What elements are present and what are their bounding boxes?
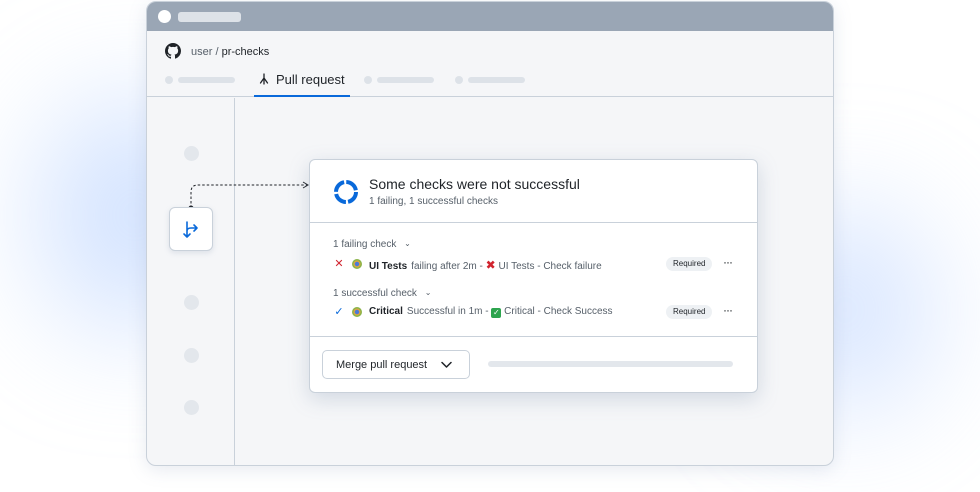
checks-card-header: Some checks were not successful 1 failin…	[310, 160, 757, 223]
kebab-icon[interactable]: ···	[723, 255, 733, 269]
timeline-dot	[184, 348, 199, 363]
repo-name-link[interactable]: pr-checks	[222, 46, 270, 58]
tab-placeholder-2[interactable]	[364, 76, 444, 84]
failing-checks-toggle[interactable]: 1 failing check ⌄	[333, 239, 411, 250]
required-badge: Required	[666, 257, 713, 271]
branch-icon	[183, 221, 198, 238]
check-app-icon	[352, 307, 362, 317]
github-logo-icon[interactable]	[165, 43, 181, 59]
tab-placeholder-bar	[377, 77, 434, 83]
merge-pull-request-button[interactable]: Merge pull request	[322, 350, 470, 379]
tab-placeholder-3[interactable]	[455, 76, 529, 84]
kebab-icon[interactable]: ···	[723, 303, 733, 317]
check-row-failing[interactable]: ✕ UI Tests failing after 2m - ✖ UI Tests …	[333, 255, 738, 272]
check-detail: Successful in 1m -	[406, 306, 492, 317]
chevron-down-icon	[441, 361, 452, 368]
timeline-dot	[184, 295, 199, 310]
window-control[interactable]	[158, 10, 171, 23]
tab-placeholder-bar	[178, 77, 235, 83]
tab-placeholder-dot	[455, 76, 463, 84]
cross-mark-icon: ✖	[485, 258, 496, 272]
timeline-divider	[234, 98, 235, 465]
repo-owner-link[interactable]: user	[191, 46, 212, 58]
merge-button-label: Merge pull request	[336, 359, 428, 371]
failing-checks-header: 1 failing check	[333, 239, 397, 250]
check-row-successful[interactable]: ✓ Critical Successful in 1m - ✓ Critical …	[333, 303, 738, 320]
tab-pull-request[interactable]: Pull request	[254, 67, 350, 97]
tab-placeholder-dot	[165, 76, 173, 84]
timeline-dot	[184, 146, 199, 161]
checks-subtitle: 1 failing, 1 successful checks	[369, 196, 498, 207]
checks-title: Some checks were not successful	[369, 176, 580, 192]
tab-placeholder-1[interactable]	[165, 76, 237, 84]
breadcrumb: user / pr-checks	[191, 45, 269, 59]
successful-checks-toggle[interactable]: 1 successful check ⌄	[333, 288, 431, 299]
active-tab-indicator	[254, 95, 350, 97]
successful-checks-header: 1 successful check	[333, 288, 417, 299]
timeline-dot	[184, 400, 199, 415]
required-badge: Required	[666, 305, 713, 319]
pull-request-icon	[259, 73, 269, 85]
chevron-down-icon: ⌄	[404, 239, 411, 248]
tab-placeholder-bar	[468, 77, 525, 83]
check-app-icon	[352, 259, 362, 269]
breadcrumb-separator: /	[215, 46, 219, 58]
x-icon: ✕	[334, 258, 344, 270]
check-text: Critical Successful in 1m - ✓ Critical - …	[369, 306, 613, 318]
check-mark-box-icon: ✓	[491, 308, 502, 318]
check-name: UI Tests	[369, 261, 408, 272]
check-detail: failing after 2m -	[411, 261, 486, 272]
check-icon: ✓	[334, 306, 344, 318]
tab-label: Pull request	[276, 72, 345, 87]
progress-ring-icon	[334, 180, 358, 204]
chevron-down-icon: ⌄	[424, 288, 432, 297]
check-result: UI Tests - Check failure	[498, 261, 602, 272]
merge-placeholder-bar	[488, 361, 733, 367]
check-name: Critical	[369, 306, 403, 317]
branch-event-box[interactable]	[169, 207, 213, 251]
checks-card: Some checks were not successful 1 failin…	[309, 159, 758, 393]
merge-box: Merge pull request	[310, 336, 757, 394]
check-text: UI Tests failing after 2m - ✖ UI Tests - …	[369, 258, 602, 272]
tab-placeholder-dot	[364, 76, 372, 84]
title-bar	[147, 2, 833, 31]
title-placeholder	[178, 12, 241, 22]
repo-header: user / pr-checks Pull request	[147, 31, 833, 97]
check-result: Critical - Check Success	[504, 306, 613, 317]
